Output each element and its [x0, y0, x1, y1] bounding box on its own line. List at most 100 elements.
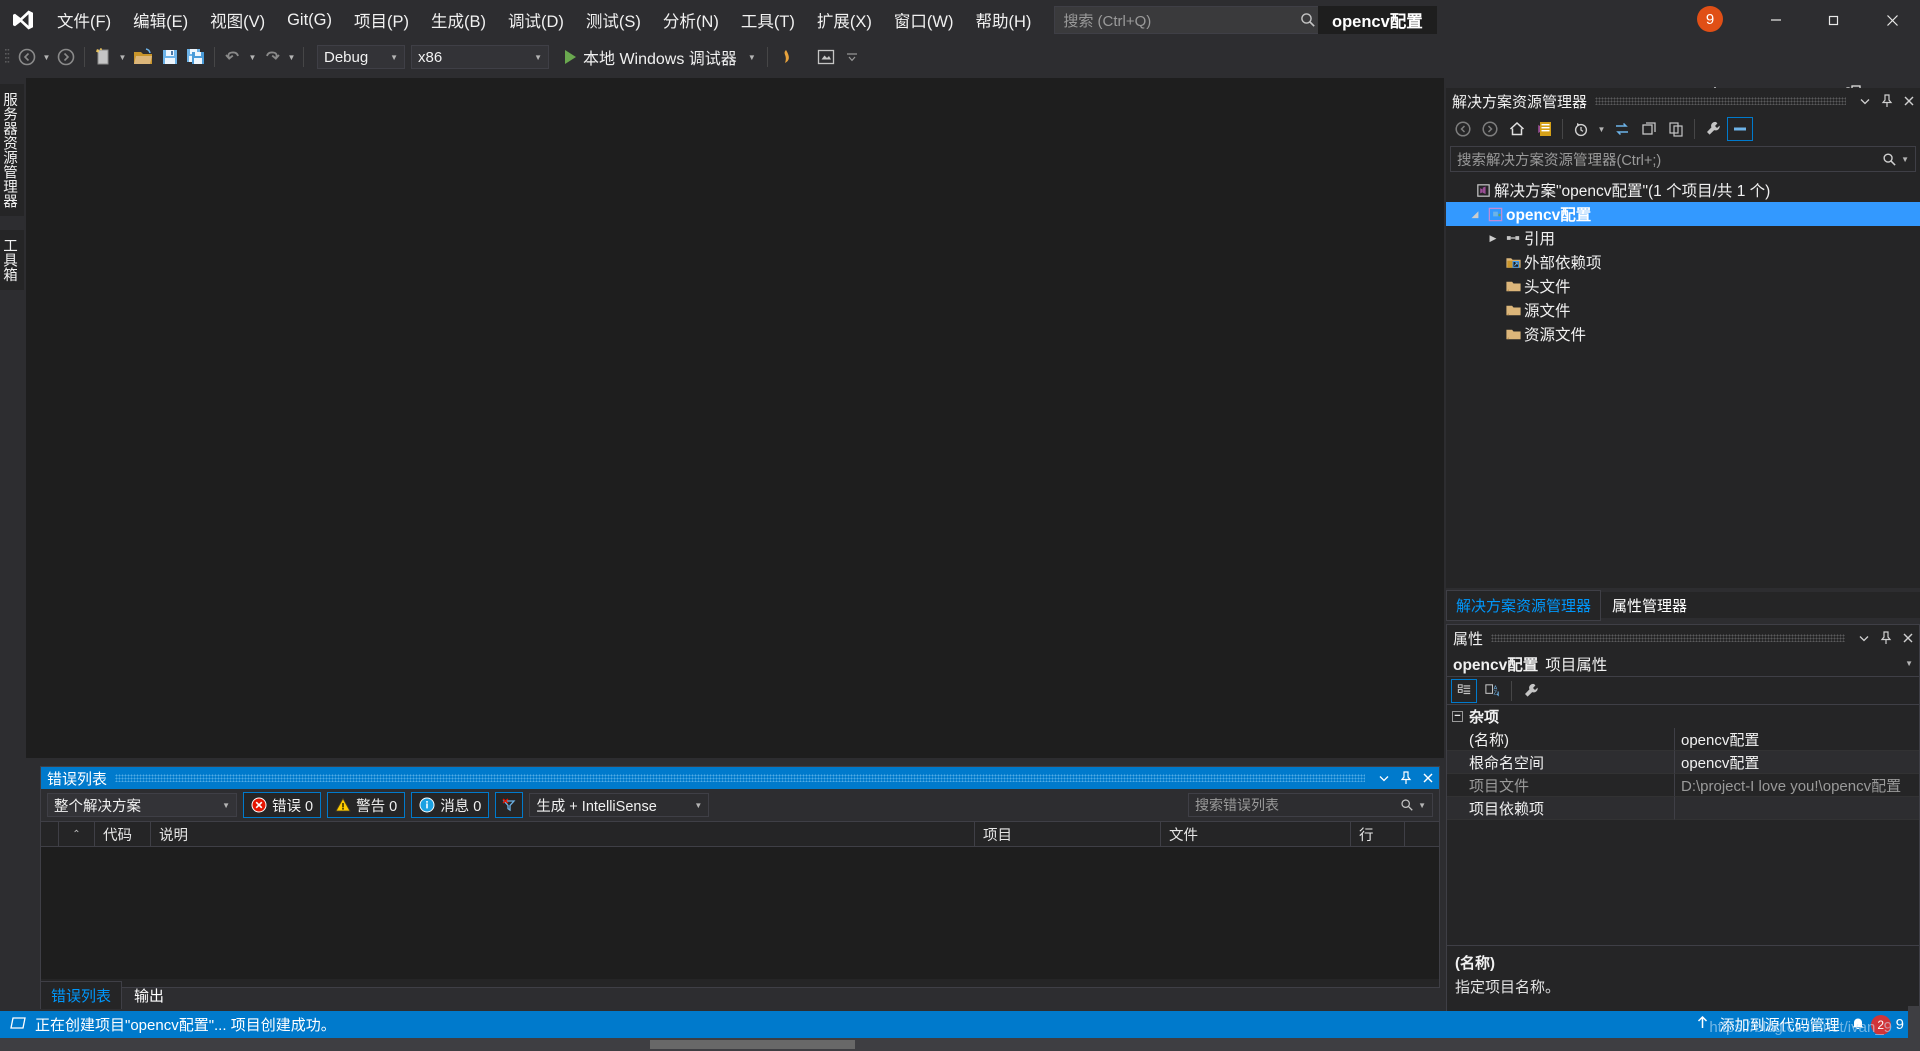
tab-error-list[interactable]: 错误列表	[40, 981, 123, 1009]
warnings-filter-button[interactable]: 警告 0	[327, 792, 406, 818]
tree-item-project-opencv[interactable]: ◢ opencv配置	[1446, 202, 1920, 226]
column-header-file[interactable]: 文件	[1161, 821, 1351, 847]
property-value[interactable]: opencv配置	[1675, 728, 1919, 751]
property-category-misc[interactable]: − 杂项	[1447, 705, 1919, 728]
pending-changes-icon[interactable]	[1568, 117, 1594, 141]
tree-twisty-collapsed[interactable]: ▶	[1484, 233, 1502, 244]
tree-item-references[interactable]: ▶ 引用	[1446, 226, 1920, 250]
alphabetical-view-icon[interactable]: AZ	[1479, 679, 1505, 703]
forward-icon[interactable]	[1477, 117, 1503, 141]
column-header-description[interactable]: 说明	[151, 821, 975, 847]
column-header-code[interactable]: 代码	[95, 821, 151, 847]
collapse-icon[interactable]: −	[1452, 711, 1463, 722]
solution-explorer-close-icon[interactable]	[1898, 90, 1920, 112]
property-row-project-file[interactable]: 项目文件 D:\project-I love you!\opencv配置	[1447, 774, 1919, 797]
upload-icon[interactable]	[1695, 1015, 1710, 1035]
property-row-project-dependencies[interactable]: 项目依赖项	[1447, 797, 1919, 820]
menu-file[interactable]: 文件(F)	[46, 0, 122, 40]
menu-edit[interactable]: 编辑(E)	[122, 0, 199, 40]
panel-drag-dots[interactable]	[1491, 634, 1845, 642]
menu-help[interactable]: 帮助(H)	[964, 0, 1042, 40]
pending-changes-dropdown-icon[interactable]: ▼	[1595, 125, 1608, 134]
platform-combobox[interactable]: x86 ▼	[411, 45, 549, 69]
menu-tools[interactable]: 工具(T)	[730, 0, 806, 40]
menu-git[interactable]: Git(G)	[276, 0, 343, 40]
build-intellisense-combobox[interactable]: 生成 + IntelliSense ▼	[529, 793, 710, 817]
tree-item-header-files[interactable]: 头文件	[1446, 274, 1920, 298]
errors-filter-button[interactable]: 错误 0	[243, 792, 322, 818]
properties-close-icon[interactable]	[1897, 627, 1919, 649]
toolbar-grip[interactable]	[0, 40, 14, 74]
property-value[interactable]: opencv配置	[1675, 751, 1919, 774]
menu-view[interactable]: 视图(V)	[199, 0, 276, 40]
preview-window-icon[interactable]	[813, 42, 839, 72]
error-list-search-input[interactable]: 搜索错误列表 ▼	[1188, 793, 1433, 817]
properties-pin-icon[interactable]	[1875, 627, 1897, 649]
toolbar-overflow-icon[interactable]	[839, 42, 865, 72]
show-all-files-icon[interactable]	[1636, 117, 1662, 141]
redo-dropdown-icon[interactable]: ▼	[285, 53, 298, 62]
properties-object-selector[interactable]: opencv配置 项目属性 ▼	[1447, 651, 1919, 677]
start-debugging-button[interactable]: 本地 Windows 调试器 ▼	[559, 43, 762, 71]
navigate-forward-button[interactable]	[53, 42, 79, 72]
error-list-close-icon[interactable]	[1417, 767, 1439, 789]
solution-view-icon[interactable]	[1531, 117, 1557, 141]
vertical-scrollbar-segment[interactable]	[1908, 1006, 1920, 1038]
solution-explorer-window-menu-icon[interactable]	[1854, 90, 1876, 112]
tab-property-manager[interactable]: 属性管理器	[1603, 591, 1696, 620]
scrollbar-thumb[interactable]	[650, 1040, 855, 1049]
solution-explorer-pin-icon[interactable]	[1876, 90, 1898, 112]
new-project-icon[interactable]	[90, 42, 116, 72]
sidebar-tab-toolbox[interactable]: 工具箱	[0, 230, 24, 290]
menu-build[interactable]: 生成(B)	[420, 0, 497, 40]
menu-debug[interactable]: 调试(D)	[497, 0, 575, 40]
menu-window[interactable]: 窗口(W)	[883, 0, 965, 40]
configuration-combobox[interactable]: Debug ▼	[317, 45, 405, 69]
panel-drag-dots[interactable]	[1595, 97, 1846, 105]
column-header-blank[interactable]	[41, 821, 59, 847]
open-file-icon[interactable]	[129, 42, 157, 72]
close-button[interactable]	[1864, 0, 1920, 40]
sidebar-tab-server-explorer[interactable]: 服务器资源管理器	[0, 84, 24, 216]
navigate-backward-button[interactable]	[14, 42, 40, 72]
menu-test[interactable]: 测试(S)	[575, 0, 652, 40]
tab-solution-explorer[interactable]: 解决方案资源管理器	[1446, 589, 1602, 621]
menu-extensions[interactable]: 扩展(X)	[806, 0, 883, 40]
properties-wrench-icon[interactable]	[1700, 117, 1726, 141]
messages-filter-button[interactable]: 消息 0	[411, 792, 490, 818]
column-header-severity[interactable]: ⌃	[59, 821, 95, 847]
new-project-dropdown-icon[interactable]: ▼	[116, 53, 129, 62]
property-row-root-namespace[interactable]: 根命名空间 opencv配置	[1447, 751, 1919, 774]
property-pages-wrench-icon[interactable]	[1518, 679, 1544, 703]
sync-with-active-document-icon[interactable]	[1609, 117, 1635, 141]
navigate-backward-dropdown-icon[interactable]: ▼	[40, 53, 53, 62]
column-header-project[interactable]: 项目	[975, 821, 1161, 847]
back-icon[interactable]	[1450, 117, 1476, 141]
maximize-button[interactable]	[1806, 0, 1862, 40]
redo-icon[interactable]	[259, 42, 285, 72]
tree-twisty-expanded[interactable]: ◢	[1466, 209, 1484, 220]
horizontal-scrollbar[interactable]	[0, 1038, 1920, 1051]
chevron-down-icon[interactable]: ▼	[748, 53, 756, 62]
error-list-window-menu-icon[interactable]	[1373, 767, 1395, 789]
home-icon[interactable]	[1504, 117, 1530, 141]
chevron-down-icon[interactable]: ▼	[1901, 155, 1909, 164]
property-value[interactable]	[1675, 797, 1919, 820]
save-all-icon[interactable]	[183, 42, 209, 72]
undo-dropdown-icon[interactable]: ▼	[246, 53, 259, 62]
refresh-icon[interactable]	[1663, 117, 1689, 141]
tree-item-resource-files[interactable]: 资源文件	[1446, 322, 1920, 346]
preview-selected-items-icon[interactable]	[1727, 117, 1753, 141]
chevron-down-icon[interactable]: ▼	[1418, 801, 1426, 810]
error-scope-combobox[interactable]: 整个解决方案 ▼	[47, 793, 237, 817]
categorized-view-icon[interactable]	[1451, 678, 1477, 703]
column-header-line[interactable]: 行	[1351, 821, 1405, 847]
error-list-pin-icon[interactable]	[1395, 767, 1417, 789]
tree-item-source-files[interactable]: 源文件	[1446, 298, 1920, 322]
menu-project[interactable]: 项目(P)	[343, 0, 420, 40]
panel-drag-dots[interactable]	[115, 774, 1365, 782]
undo-icon[interactable]	[220, 42, 246, 72]
notification-badge[interactable]: 9	[1697, 6, 1723, 32]
hot-reload-icon[interactable]	[773, 42, 799, 72]
properties-window-menu-icon[interactable]	[1853, 627, 1875, 649]
